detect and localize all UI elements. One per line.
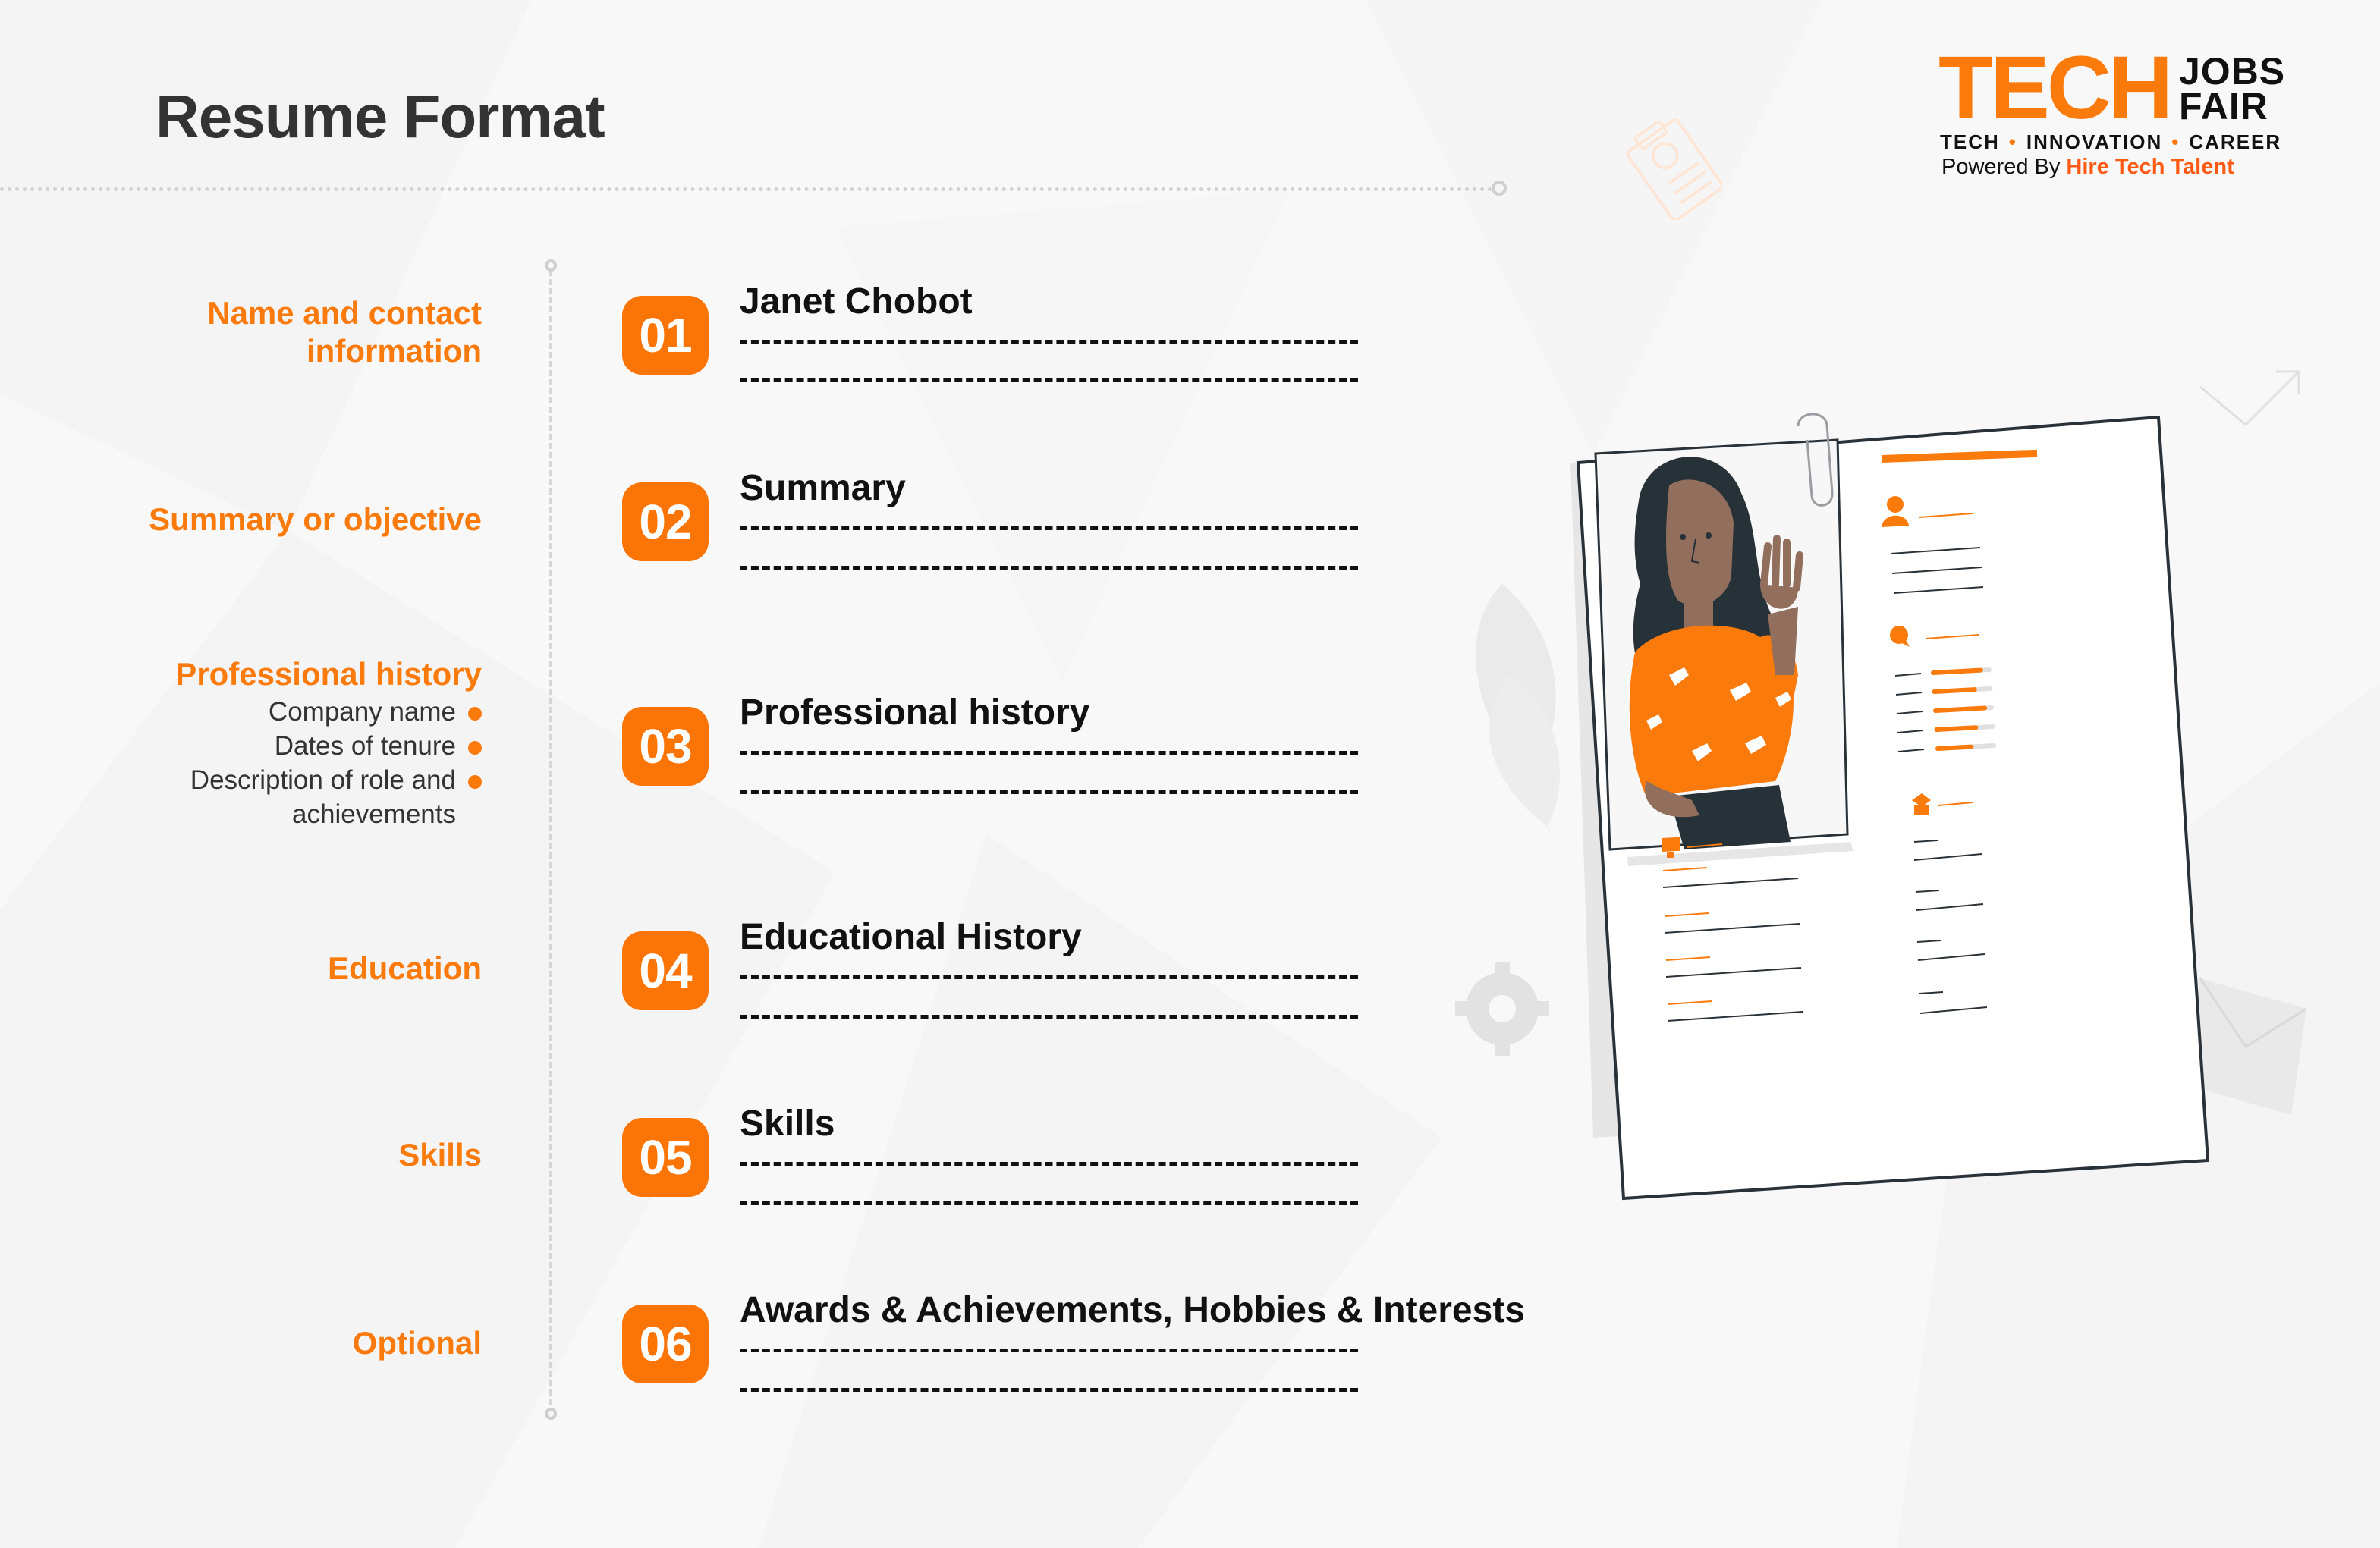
leaf-decoration-icon — [1476, 584, 1560, 827]
label-summary-objective: Summary or objective — [149, 501, 482, 539]
skill-bar-fill — [1934, 725, 1979, 732]
label-line: Optional — [352, 1325, 482, 1361]
label-optional: Optional — [353, 1324, 482, 1362]
fill-in-line[interactable] — [740, 1015, 1358, 1019]
clipboard-resume-icon — [1626, 118, 1722, 220]
timeline-start-marker — [545, 259, 557, 272]
fill-in-line[interactable] — [740, 566, 1358, 570]
fill-in-line[interactable] — [740, 1349, 1358, 1352]
label-line: Professional history — [175, 656, 482, 692]
sub-item-text: Description of role and — [190, 765, 456, 795]
section-number-badge: 04 — [622, 931, 709, 1010]
tagline-innovation: INNOVATION — [2026, 130, 2163, 153]
skill-bar-fill — [1933, 705, 1988, 713]
tagline-career: CAREER — [2189, 130, 2282, 153]
fill-in-line[interactable] — [740, 340, 1358, 344]
section-number-badge: 05 — [622, 1118, 709, 1197]
label-line: Skills — [398, 1137, 482, 1173]
section-title: Skills — [740, 1104, 835, 1144]
powered-by-brand: Hire Tech Talent — [2066, 155, 2234, 179]
tagline-tech: TECH — [1940, 130, 2000, 153]
fill-in-line[interactable] — [740, 526, 1358, 530]
sub-item-text: Company name — [268, 697, 456, 727]
gear-icon — [1455, 962, 1549, 1056]
growth-arrow-icon — [2199, 370, 2300, 427]
tagline-dot-icon: • — [2008, 130, 2017, 153]
logo-tech-wordmark: TECH — [1938, 38, 2173, 138]
title-divider — [0, 187, 1493, 191]
section-title: Awards & Achievements, Hobbies & Interes… — [740, 1290, 1525, 1330]
label-professional-history: Professional history — [175, 655, 482, 693]
tech-jobs-fair-logo: TECH JOBS FAIR TECH • INNOVATION • CAREER Po… — [1938, 38, 2284, 187]
tagline-dot-icon: • — [2171, 130, 2180, 153]
label-skills: Skills — [398, 1136, 482, 1174]
timeline-line — [549, 270, 552, 1414]
label-name-contact: Name and contact information — [207, 294, 482, 370]
timeline-end-marker — [545, 1408, 557, 1420]
fill-in-line[interactable] — [740, 1201, 1358, 1205]
title-divider-end-marker — [1492, 181, 1507, 196]
sub-item-role-description-cont: achievements — [190, 797, 482, 831]
fill-in-line[interactable] — [740, 790, 1358, 794]
skill-bar-fill — [1935, 744, 1974, 751]
section-number-badge: 03 — [622, 707, 709, 786]
section-title: Janet Chobot — [740, 281, 973, 322]
section-number-badge: 06 — [622, 1305, 709, 1383]
bullet-dot-icon — [468, 741, 482, 755]
logo-powered-by: Powered By Hire Tech Talent — [1941, 155, 2234, 180]
label-line: Summary or objective — [149, 501, 482, 537]
sub-item-text: achievements — [292, 799, 456, 829]
bullet-dot-icon — [468, 775, 482, 789]
resume-illustration — [1455, 370, 2307, 1201]
bullet-dot-icon — [468, 707, 482, 721]
section-number-badge: 01 — [622, 296, 709, 375]
page-title: Resume Format — [156, 83, 605, 150]
sub-item-role-description: Description of role and — [190, 763, 482, 797]
section-title: Summary — [740, 468, 906, 508]
logo-jobs-word: JOBS — [2179, 50, 2286, 93]
powered-by-prefix: Powered By — [1941, 155, 2061, 179]
logo-tagline: TECH • INNOVATION • CAREER — [1940, 130, 2281, 154]
skill-bar-fill — [1931, 667, 1983, 675]
section-title: Educational History — [740, 917, 1082, 957]
label-line: Education — [327, 950, 482, 986]
sub-item-company-name: Company name — [190, 695, 482, 729]
fill-in-line[interactable] — [740, 1162, 1358, 1166]
section-title: Professional history — [740, 692, 1090, 733]
professional-history-sub-items: Company name Dates of tenure Description… — [190, 695, 482, 831]
sub-item-text: Dates of tenure — [274, 731, 456, 761]
fill-in-line[interactable] — [740, 975, 1358, 979]
sub-item-dates-of-tenure: Dates of tenure — [190, 729, 482, 763]
logo-fair-word: FAIR — [2179, 85, 2268, 127]
skill-bar-fill — [1932, 687, 1977, 694]
label-education: Education — [328, 950, 482, 988]
label-line: information — [307, 333, 482, 369]
fill-in-line[interactable] — [740, 1388, 1358, 1392]
fill-in-line[interactable] — [740, 751, 1358, 755]
section-number-badge: 02 — [622, 482, 709, 561]
label-line: Name and contact — [207, 295, 482, 331]
fill-in-line[interactable] — [740, 378, 1358, 382]
